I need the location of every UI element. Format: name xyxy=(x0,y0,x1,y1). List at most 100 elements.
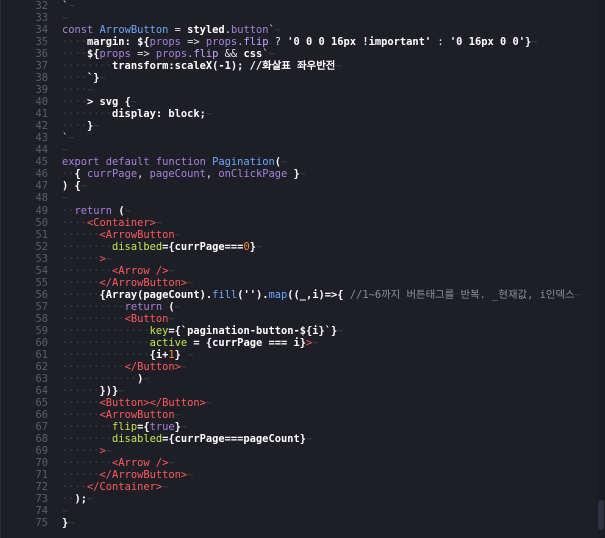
code-line[interactable]: 57 ··········return (~ xyxy=(0,301,605,313)
code-line[interactable]: 32 `~ xyxy=(0,0,605,12)
code-editor[interactable]: 32 `~ 33 ~34 const ArrowButton = styled.butt… xyxy=(0,0,605,538)
code-text: ······{Array(pageCount).fill('').map((_,… xyxy=(62,289,581,301)
whitespace-marker: ~ xyxy=(305,433,313,446)
code-token: true xyxy=(149,421,175,434)
whitespace-marker: ~ xyxy=(187,469,194,482)
whitespace-marker: ········ xyxy=(62,433,113,446)
code-token: ={ xyxy=(162,240,175,253)
code-line[interactable]: 64 ······})}~ xyxy=(0,385,605,397)
code-token: '0 0 0 16px !important' xyxy=(287,36,432,49)
code-line[interactable]: 33 ~ xyxy=(0,12,605,24)
line-number: 62 xyxy=(35,360,48,373)
code-text: ········<Arrow />~ xyxy=(62,265,175,277)
code-line[interactable]: 48 ~ xyxy=(0,192,605,204)
code-text: ~ xyxy=(62,144,68,156)
code-line[interactable]: 67 ········flip={true}~ xyxy=(0,421,605,433)
code-token: => xyxy=(130,48,156,61)
code-line[interactable]: 58 ··········<Button~ xyxy=(0,313,605,325)
code-token: default xyxy=(105,156,156,169)
whitespace-marker: ···· xyxy=(62,120,88,133)
code-line[interactable]: 53 ······>~ xyxy=(0,253,605,265)
whitespace-marker: ·········· xyxy=(62,300,125,313)
code-line[interactable]: 37 ········transform:scaleX(-1); //화살표 좌우… xyxy=(0,60,605,72)
code-line[interactable]: 70 ········<Arrow />~ xyxy=(0,457,605,469)
line-number: 69 xyxy=(35,445,48,458)
code-token: key xyxy=(149,324,169,337)
whitespace-marker: ~ xyxy=(205,108,213,121)
code-line[interactable]: 39 ····~ xyxy=(0,84,605,96)
code-line[interactable]: 54 ········<Arrow />~ xyxy=(0,265,605,277)
code-line[interactable]: 75}~ xyxy=(0,517,605,529)
code-line[interactable]: 34 const ArrowButton = styled.button`~ xyxy=(0,24,605,36)
code-line[interactable]: 45 export default function Pagination(~ xyxy=(0,156,605,168)
code-line[interactable]: 52 ········disalbed={currPage===0}~ xyxy=(0,241,605,253)
code-line[interactable]: 46 ··{ currPage, pageCount, onClickPage }… xyxy=(0,168,605,180)
whitespace-marker: ~ xyxy=(274,24,282,37)
code-line[interactable]: 69 ······>~ xyxy=(0,445,605,457)
code-text: ····}~ xyxy=(62,120,100,132)
whitespace-marker: ···· xyxy=(62,72,88,85)
code-line[interactable]: 36 ····${props => props.flip && css`~ xyxy=(0,48,605,60)
code-line[interactable]: 56 ······{Array(pageCount).fill('').map((… xyxy=(0,289,605,301)
code-token: map xyxy=(268,288,288,301)
code-line[interactable]: 68 ········disabled={currPage===pageCount… xyxy=(0,433,605,445)
code-token: flip xyxy=(112,421,138,434)
code-line[interactable]: 35 ····margin: ${props => props.flip ? '0… xyxy=(0,36,605,48)
whitespace-marker: ········ xyxy=(62,60,113,73)
code-line[interactable]: 47) {~ xyxy=(0,180,605,192)
whitespace-marker: ······ xyxy=(62,396,100,409)
code-token: export xyxy=(62,156,106,169)
code-text: ······<ArrowButton~ xyxy=(62,229,181,241)
code-line[interactable]: 41 ········display: block;~ xyxy=(0,108,605,120)
code-line[interactable]: 40 ····> svg {~ xyxy=(0,96,605,108)
code-line[interactable]: 42 ····}~ xyxy=(0,120,605,132)
whitespace-marker: ~ xyxy=(255,240,263,253)
code-token: <Button xyxy=(124,312,169,325)
code-token: props xyxy=(99,48,131,61)
whitespace-marker: ········ xyxy=(62,457,113,470)
code-line[interactable]: 73 ··);~ xyxy=(0,493,605,505)
code-line[interactable]: 38 ····`}~ xyxy=(0,72,605,84)
whitespace-marker: ~ xyxy=(99,72,106,85)
code-line[interactable]: 49 ··return (~ xyxy=(0,205,605,217)
code-token: const xyxy=(62,24,100,37)
code-line[interactable]: 72 ····</Container>~ xyxy=(0,481,605,493)
line-number: 43 xyxy=(35,132,48,145)
code-line[interactable]: 51 ······<ArrowButton~ xyxy=(0,229,605,241)
code-token: , xyxy=(137,168,150,181)
code-line[interactable]: 61 ··············{i+1} ~ xyxy=(0,349,605,361)
code-token: <ArrowButton xyxy=(99,409,175,422)
line-number: 70 xyxy=(35,457,48,470)
code-text: ··{ currPage, pageCount, onClickPage }~ xyxy=(62,168,306,180)
code-line[interactable]: 71 ······</ArrowButton>~ xyxy=(0,469,605,481)
code-token: .flip xyxy=(187,48,219,61)
whitespace-marker: ~ xyxy=(105,252,113,265)
code-text: ········<Arrow />~ xyxy=(62,457,175,469)
code-line[interactable]: 74 ~ xyxy=(0,505,605,517)
code-line[interactable]: 50 ····<Container>~ xyxy=(0,217,605,229)
code-token: {Array(pageCount). xyxy=(99,288,213,301)
line-number: 46 xyxy=(35,168,48,181)
code-token: pageCount xyxy=(149,168,206,181)
code-token: styled xyxy=(187,24,225,37)
code-line[interactable]: 43 `~ xyxy=(0,132,605,144)
line-number: 72 xyxy=(35,481,48,494)
line-number: 73 xyxy=(35,493,48,506)
code-text: ····<Container>~ xyxy=(62,217,162,229)
whitespace-marker: ~ xyxy=(531,36,538,49)
code-line[interactable]: 65 ······<Button></Button>~ xyxy=(0,397,605,409)
code-line[interactable]: 62 ··········</Button>~ xyxy=(0,361,605,373)
whitespace-marker: ···· xyxy=(62,96,88,109)
scrollbar-thumb[interactable] xyxy=(598,500,604,530)
code-line[interactable]: 60 ··············active = {currPage === i… xyxy=(0,337,605,349)
whitespace-marker: ~ xyxy=(105,445,113,458)
code-line[interactable]: 59 ··············key={`pagination-button-… xyxy=(0,325,605,337)
code-line[interactable]: 55 ······</ArrowButton>~ xyxy=(0,277,605,289)
vertical-scrollbar[interactable] xyxy=(597,0,605,538)
code-text: ······</ArrowButton>~ xyxy=(62,469,193,481)
code-line[interactable]: 63 ············)~ xyxy=(0,373,605,385)
whitespace-marker: ~ xyxy=(187,276,194,289)
code-line[interactable]: 44 ~ xyxy=(0,144,605,156)
code-line[interactable]: 66 ······<ArrowButton~ xyxy=(0,409,605,421)
line-number: 35 xyxy=(35,36,48,49)
